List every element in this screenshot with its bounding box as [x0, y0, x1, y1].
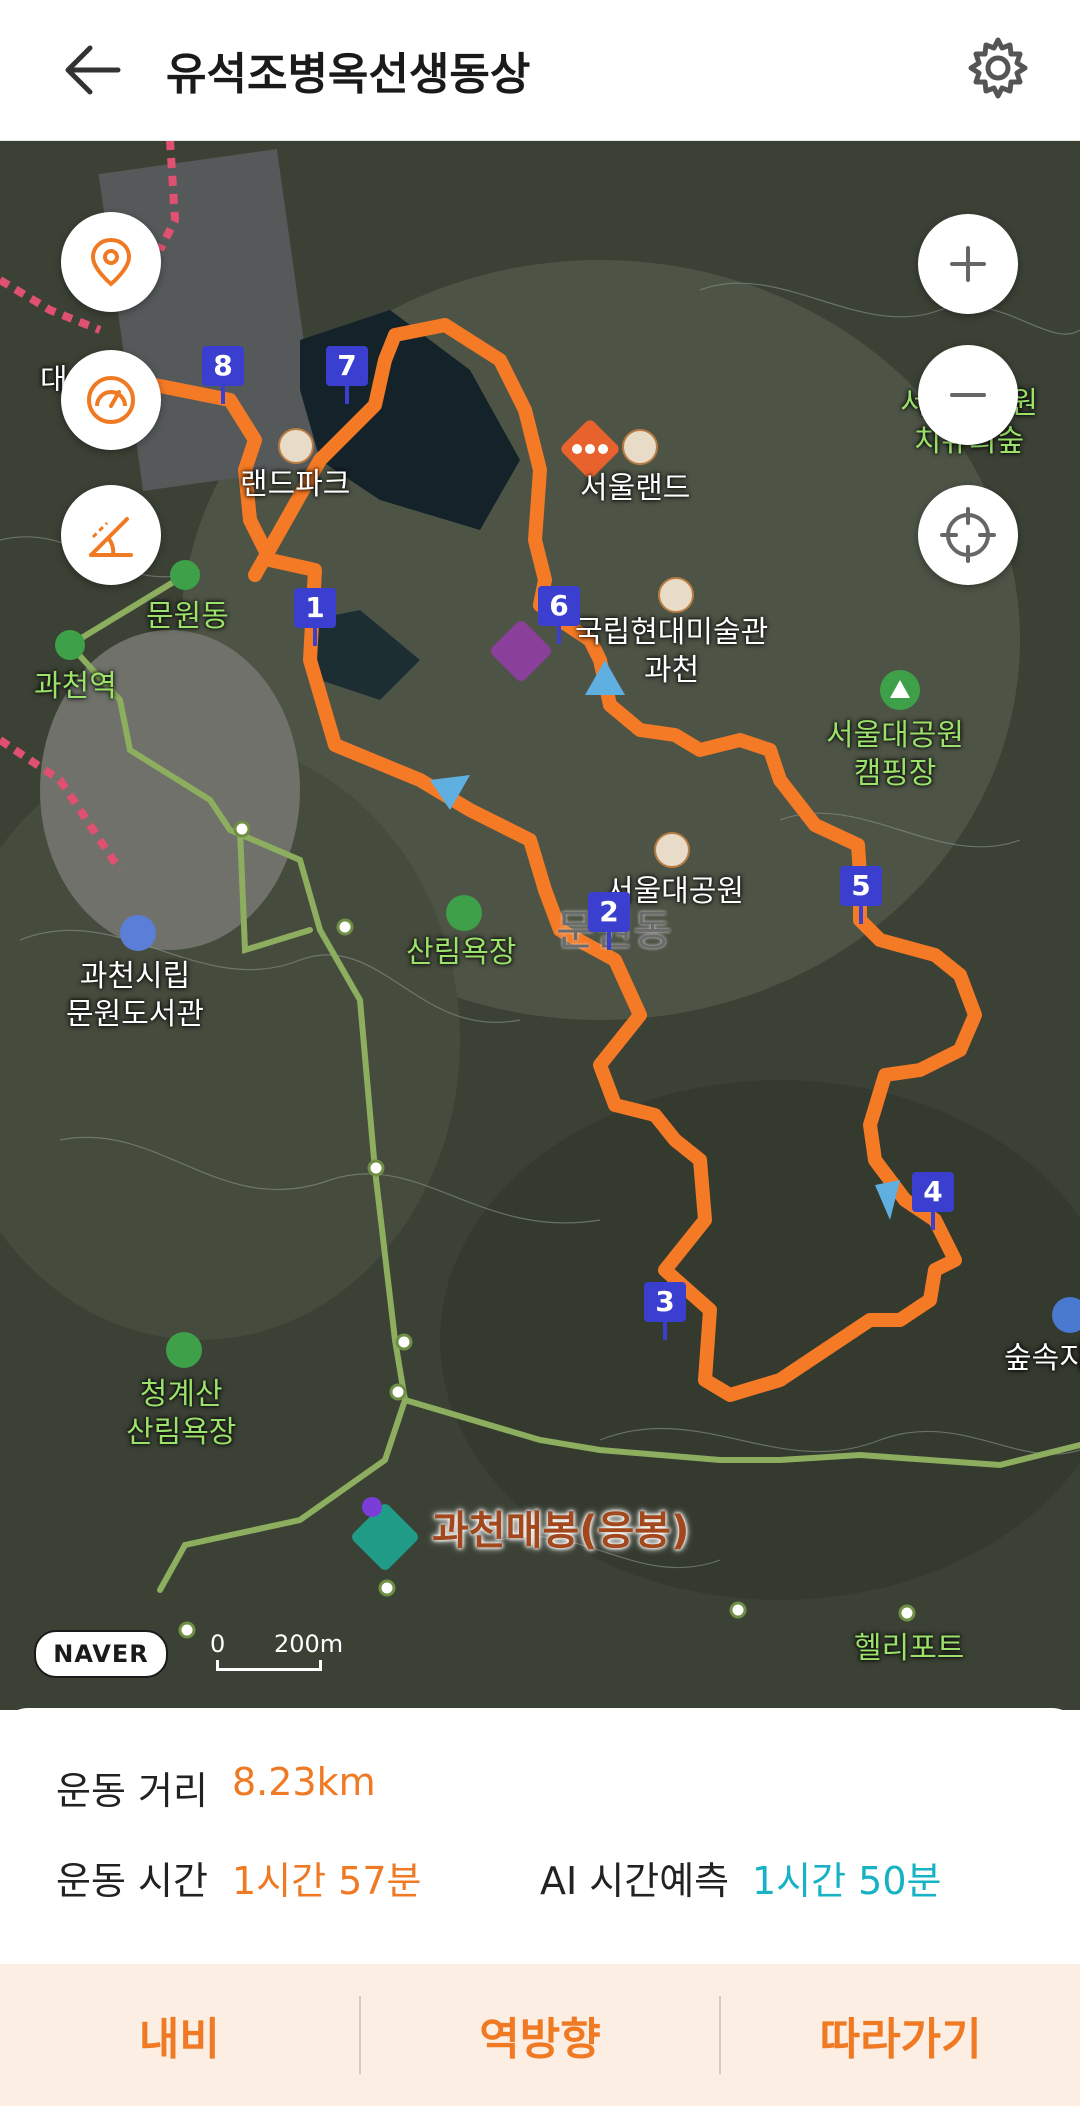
crosshair-icon[interactable]	[918, 485, 1018, 585]
route-map[interactable]: 대 랜드파크 서울랜드 국립현대미술관 과천 서울대공원 캠핑장 서울대공원 문…	[0, 140, 1080, 1710]
map-label-forest-right: 숲속지	[1004, 1341, 1080, 1376]
map-label-seoulland: 서울랜드	[580, 471, 691, 506]
checkpoint-marker[interactable]: 1	[294, 588, 336, 646]
ai-prediction-value: 1시간 50분	[752, 1859, 942, 1903]
checkpoint-marker[interactable]: 2	[588, 892, 630, 950]
checkpoint-marker[interactable]: 7	[326, 346, 368, 404]
map-label-forest-bath: 산림욕장	[406, 935, 517, 970]
reverse-button[interactable]: 역방향	[361, 1964, 720, 2106]
map-label-cheonggyesan: 청계산 산림욕장	[126, 1377, 237, 1450]
time-label: 운동 시간	[56, 1859, 208, 1903]
map-label-gwacheon-station: 과천역	[34, 669, 117, 704]
distance-value: 8.23km	[232, 1760, 376, 1804]
scale-end-label: 200m	[274, 1630, 344, 1658]
page-title: 유석조병옥선생동상	[166, 49, 531, 100]
map-label-theme-park: 랜드파크	[240, 467, 351, 502]
map-label-library: 과천시립 문원도서관	[66, 959, 204, 1032]
scale-bar-line	[216, 1660, 322, 1671]
map-label-munwondong: 문원동	[146, 599, 229, 634]
back-arrow-icon[interactable]	[60, 42, 124, 98]
speedometer-icon[interactable]	[61, 350, 161, 450]
naver-logo: NAVER	[34, 1630, 168, 1678]
map-label-museum: 국립현대미술관 과천	[575, 615, 769, 688]
gear-icon[interactable]	[966, 36, 1030, 100]
checkpoint-marker[interactable]: 4	[912, 1172, 954, 1230]
scale-start-label: 0	[210, 1630, 226, 1658]
action-bar: 내비 역방향 따라가기	[0, 1964, 1080, 2106]
minus-icon[interactable]	[918, 345, 1018, 445]
checkpoint-marker[interactable]: 8	[202, 346, 244, 404]
map-label-peak: 과천매봉(응봉)	[432, 1508, 690, 1554]
time-value: 1시간 57분	[232, 1859, 422, 1903]
ai-prediction-label: AI 시간예측	[540, 1859, 730, 1903]
checkpoint-marker[interactable]: 6	[538, 586, 580, 644]
navi-button[interactable]: 내비	[0, 1964, 359, 2106]
map-label-camping: 서울대공원 캠핑장	[826, 718, 964, 791]
map-label-heliport: 헬리포트	[854, 1631, 965, 1666]
location-pin-icon[interactable]	[61, 212, 161, 312]
checkpoint-marker[interactable]: 5	[840, 866, 882, 924]
app-header: 유석조병옥선생동상	[0, 0, 1080, 141]
follow-button[interactable]: 따라가기	[721, 1964, 1080, 2106]
map-satellite-background	[0, 140, 1080, 1710]
plus-icon[interactable]	[918, 214, 1018, 314]
checkpoint-marker[interactable]: 3	[644, 1282, 686, 1340]
slope-icon[interactable]	[61, 485, 161, 585]
distance-label: 운동 거리	[56, 1769, 208, 1813]
